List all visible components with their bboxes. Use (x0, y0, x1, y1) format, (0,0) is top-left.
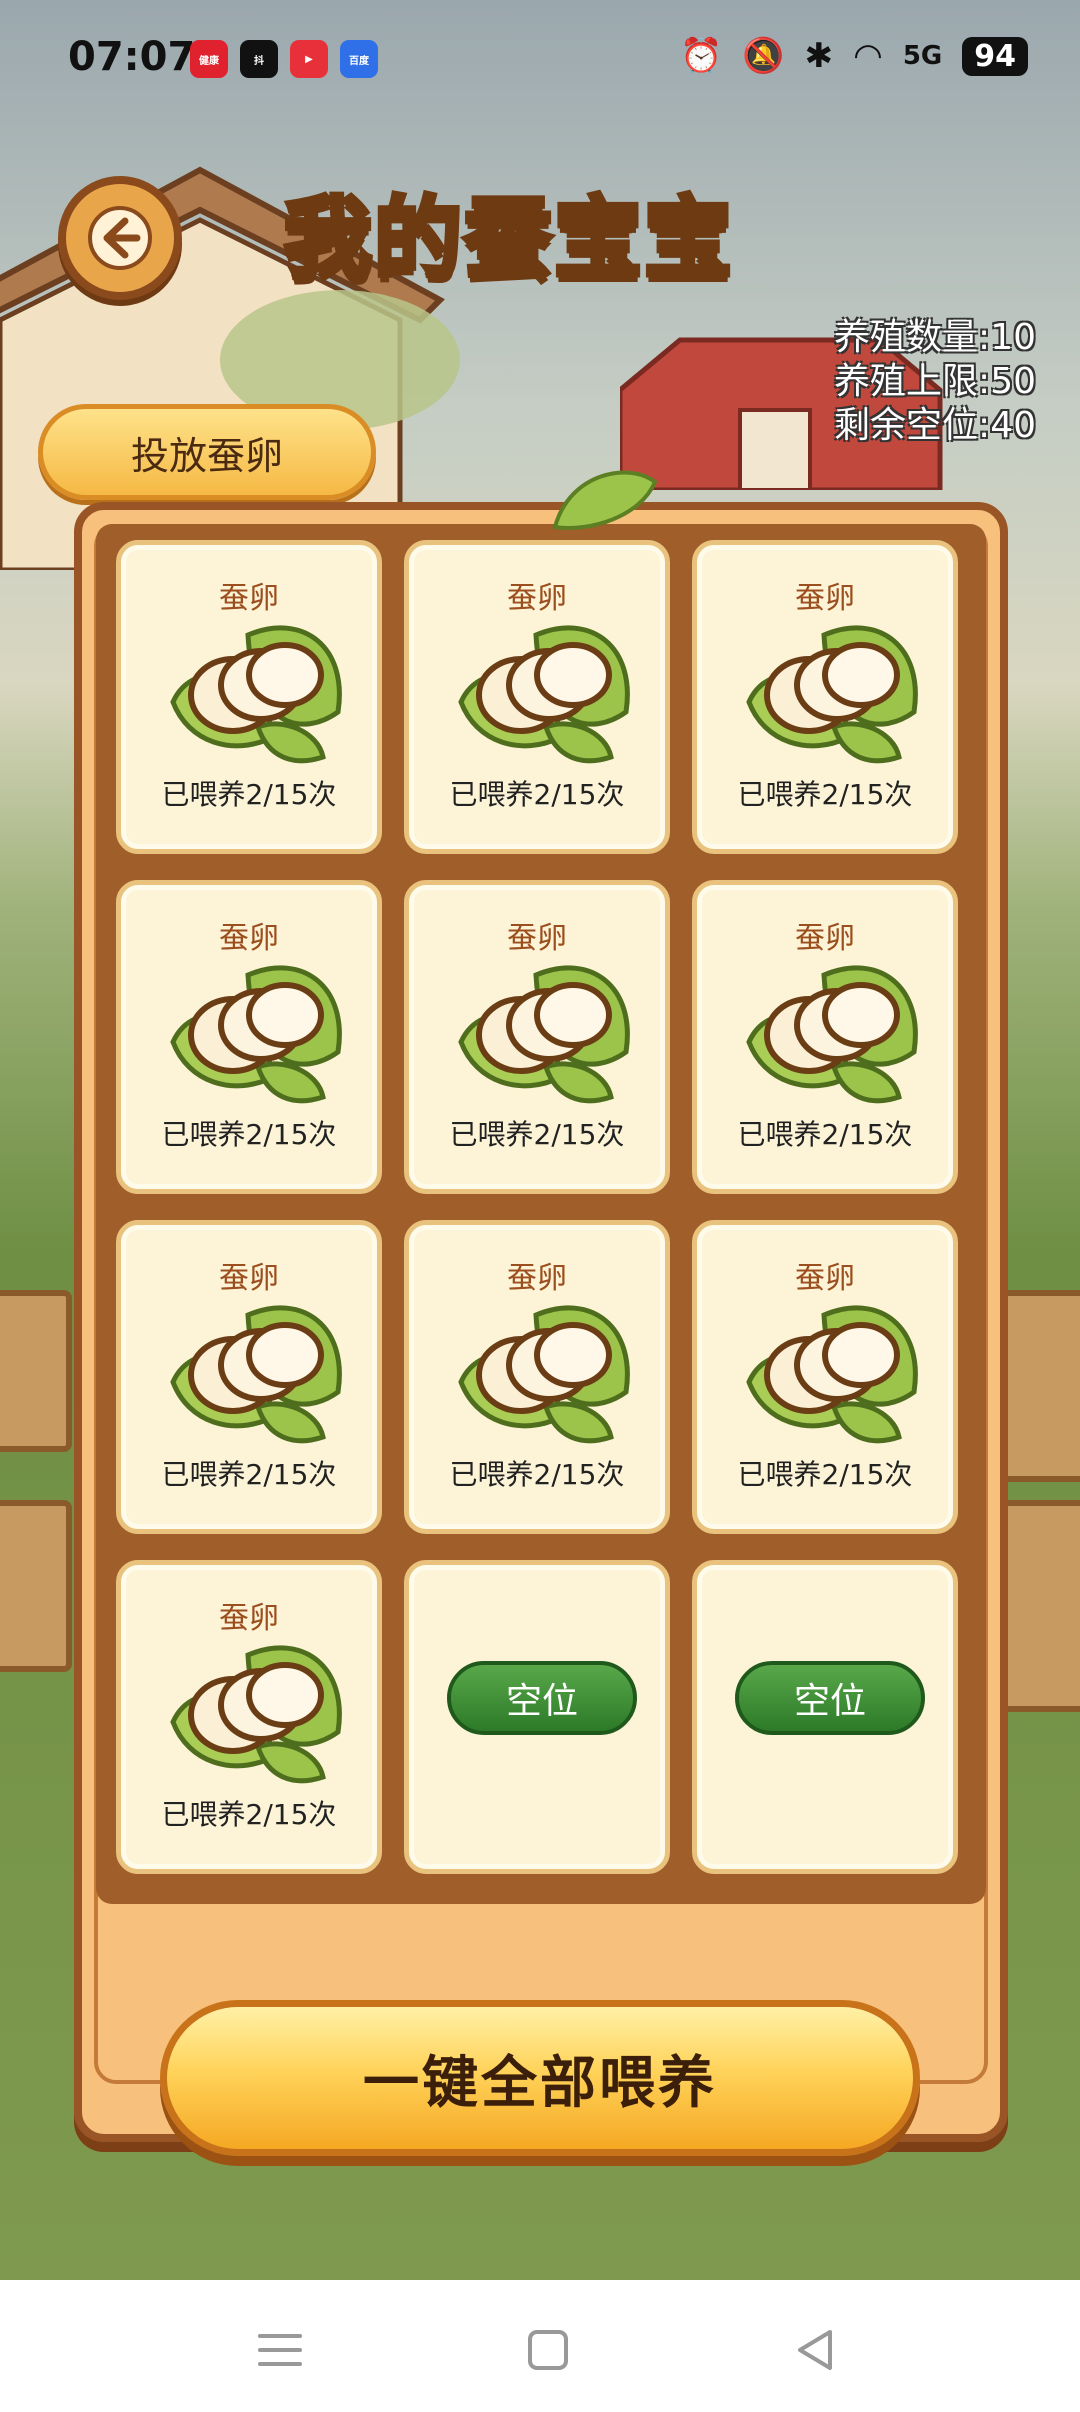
tiktok-app-icon: 抖 (240, 40, 278, 78)
place-egg-button[interactable]: 投放蚕卵 (38, 404, 376, 500)
crate-left-1 (0, 1290, 72, 1452)
arrow-left-icon (88, 206, 152, 270)
egg-slot[interactable]: 蚕卵已喂养2/15次 (404, 880, 670, 1194)
egg-slot[interactable]: 蚕卵已喂养2/15次 (404, 540, 670, 854)
egg-slot[interactable]: 蚕卵已喂养2/15次 (692, 1220, 958, 1534)
crate-right-2 (1000, 1500, 1080, 1712)
mute-icon: 🔕 (742, 36, 785, 76)
breeding-stats: 养殖数量:10 养殖上限:50 剩余空位:40 (834, 316, 1036, 448)
empty-slot-button[interactable]: 空位 (447, 1661, 637, 1735)
video-app-icon: ▶ (290, 40, 328, 78)
slot-name: 蚕卵 (219, 581, 279, 616)
empty-slot[interactable]: 空位 (692, 1560, 958, 1874)
feed-progress: 已喂养2/15次 (449, 1458, 625, 1491)
slot-name: 蚕卵 (507, 921, 567, 956)
silkworm-egg-icon (729, 957, 929, 1107)
empty-slot-button[interactable]: 空位 (735, 1661, 925, 1735)
egg-slot[interactable]: 蚕卵已喂养2/15次 (116, 1220, 382, 1534)
battery-indicator: 94 (962, 36, 1028, 76)
silkworm-egg-icon (153, 617, 353, 767)
crate-right-1 (1000, 1290, 1080, 1482)
silkworm-egg-icon (441, 957, 641, 1107)
count-stat: 养殖数量:10 (834, 317, 1036, 358)
home-icon[interactable] (518, 2320, 578, 2380)
slot-name: 蚕卵 (795, 1261, 855, 1296)
slot-name: 蚕卵 (507, 581, 567, 616)
egg-slot[interactable]: 蚕卵已喂养2/15次 (116, 880, 382, 1194)
egg-slot[interactable]: 蚕卵已喂养2/15次 (692, 880, 958, 1194)
silkworm-egg-icon (729, 1297, 929, 1447)
back-button[interactable] (58, 176, 182, 300)
alarm-icon: ⏰ (679, 36, 723, 76)
silkworm-egg-icon (441, 1297, 641, 1447)
feed-progress: 已喂养2/15次 (449, 1118, 625, 1151)
feed-progress: 已喂养2/15次 (161, 1118, 337, 1151)
limit-stat: 养殖上限:50 (834, 361, 1036, 402)
baidu-app-icon: 百度 (340, 40, 378, 78)
slot-name: 蚕卵 (795, 921, 855, 956)
slot-name: 蚕卵 (219, 921, 279, 956)
egg-slot[interactable]: 蚕卵已喂养2/15次 (116, 1560, 382, 1874)
crate-left-2 (0, 1500, 72, 1672)
feed-progress: 已喂养2/15次 (737, 1458, 913, 1491)
health-app-icon: 健康 (190, 40, 228, 78)
page-title: 我的蚕宝宝 (281, 185, 735, 293)
status-bar: 07:07 健康 抖 ▶ 百度 ⏰ 🔕 ✱ ◠ 5G 94 (0, 0, 1080, 120)
bluetooth-icon: ✱ (804, 36, 834, 76)
silkworm-egg-icon (729, 617, 929, 767)
feed-progress: 已喂养2/15次 (737, 1118, 913, 1151)
silkworm-egg-icon (441, 617, 641, 767)
wifi-icon: ◠ (853, 36, 883, 76)
egg-slot[interactable]: 蚕卵已喂养2/15次 (404, 1220, 670, 1534)
egg-slot[interactable]: 蚕卵已喂养2/15次 (692, 540, 958, 854)
leaf-decoration (552, 470, 658, 530)
empty-slot[interactable]: 空位 (404, 1560, 670, 1874)
feed-progress: 已喂养2/15次 (737, 778, 913, 811)
navigation-bar (0, 2280, 1080, 2412)
silkworm-egg-icon (153, 1637, 353, 1787)
feed-progress: 已喂养2/15次 (161, 1458, 337, 1491)
slot-name: 蚕卵 (219, 1601, 279, 1636)
back-nav-icon[interactable] (786, 2320, 846, 2380)
feed-progress: 已喂养2/15次 (161, 778, 337, 811)
free-slots-stat: 剩余空位:40 (834, 405, 1036, 446)
feed-all-button[interactable]: 一键全部喂养 (160, 2000, 920, 2156)
menu-icon[interactable] (250, 2320, 310, 2380)
slot-name: 蚕卵 (507, 1261, 567, 1296)
slot-name: 蚕卵 (795, 581, 855, 616)
clock: 07:07 (68, 34, 196, 80)
silkworm-egg-icon (153, 1297, 353, 1447)
notification-icons: 健康 抖 ▶ 百度 (190, 40, 378, 78)
feed-progress: 已喂养2/15次 (449, 778, 625, 811)
silkworm-egg-icon (153, 957, 353, 1107)
system-icons: ⏰ 🔕 ✱ ◠ 5G 94 (680, 36, 1028, 76)
egg-slot[interactable]: 蚕卵已喂养2/15次 (116, 540, 382, 854)
feed-progress: 已喂养2/15次 (161, 1798, 337, 1831)
slot-name: 蚕卵 (219, 1261, 279, 1296)
signal-icon: 5G (902, 41, 943, 71)
